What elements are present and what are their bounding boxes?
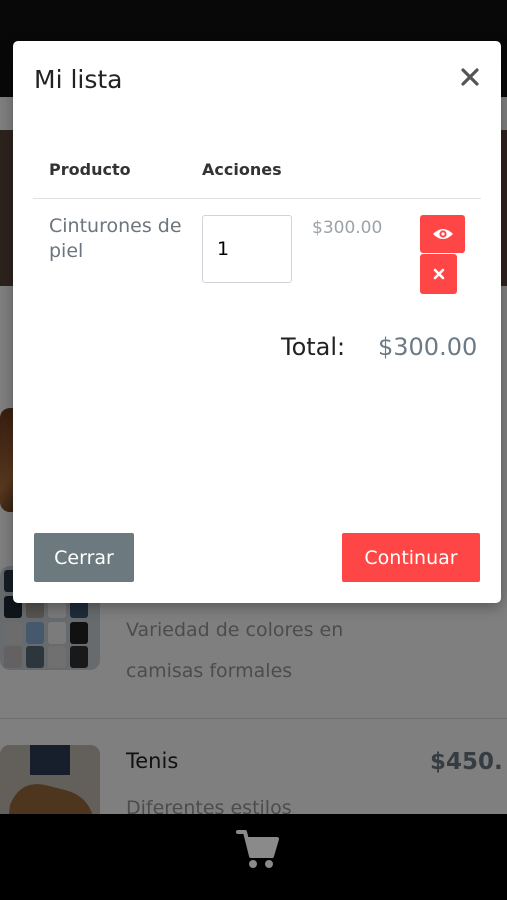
- cart-item-price: $300.00: [312, 218, 383, 238]
- total-value: $300.00: [378, 333, 478, 361]
- table-header-divider: [33, 198, 481, 199]
- close-icon: [433, 268, 444, 280]
- remove-item-button[interactable]: [420, 254, 457, 294]
- quantity-input[interactable]: [202, 215, 292, 283]
- column-header-product: Producto: [49, 160, 131, 179]
- total-label: Total:: [281, 333, 346, 361]
- eye-icon: [432, 229, 453, 239]
- cart-item-name: Cinturones de piel: [49, 215, 182, 262]
- continue-button[interactable]: Continuar: [342, 533, 480, 582]
- column-header-actions: Acciones: [202, 160, 282, 179]
- close-icon[interactable]: [459, 66, 481, 88]
- cart-button[interactable]: [236, 828, 280, 870]
- view-item-button[interactable]: [420, 215, 465, 253]
- shopping-list-modal: Mi lista Producto Acciones Cinturones de…: [13, 41, 501, 603]
- shopping-cart-icon: [236, 830, 279, 868]
- modal-title: Mi lista: [34, 65, 123, 94]
- close-button[interactable]: Cerrar: [34, 533, 134, 582]
